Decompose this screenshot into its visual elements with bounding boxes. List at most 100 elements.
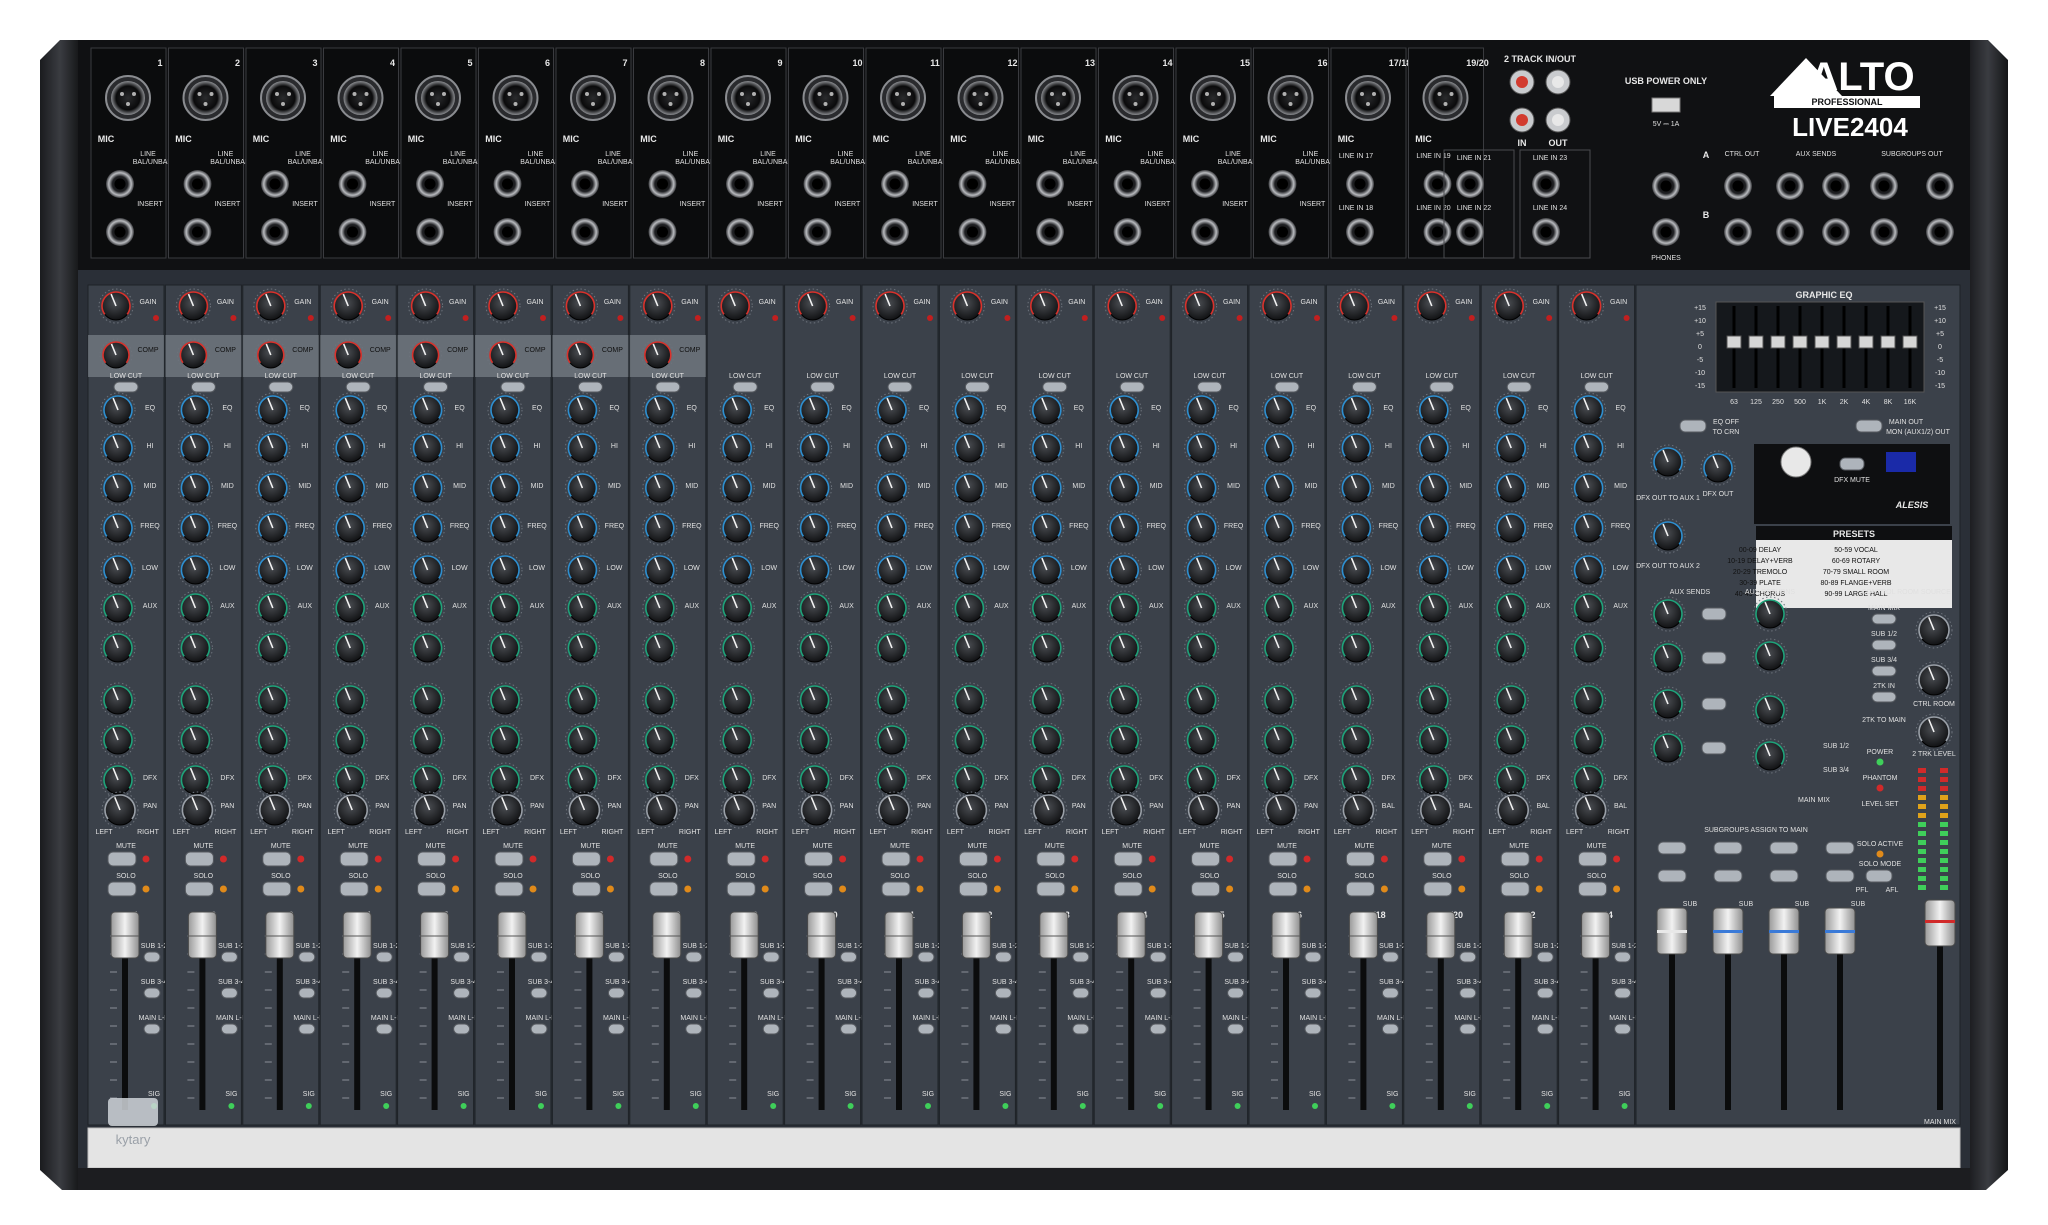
low-cut-button[interactable] — [423, 381, 449, 393]
mic-xlr-input-15[interactable] — [1190, 75, 1236, 121]
low-cut-button[interactable] — [577, 381, 603, 393]
sub12-assign-button[interactable] — [607, 951, 625, 963]
solo-button[interactable] — [726, 881, 756, 897]
mic-xlr-input-14[interactable] — [1112, 75, 1159, 121]
main-assign-button[interactable] — [1381, 1023, 1399, 1035]
mute-button[interactable] — [571, 851, 601, 867]
channel-fader-2[interactable] — [187, 911, 217, 959]
subgroup-out-jack-1[interactable] — [1870, 172, 1898, 200]
mic-xlr-input-3[interactable] — [260, 75, 306, 121]
geq-slider-250[interactable] — [1770, 335, 1786, 349]
phones-jack-a[interactable] — [1652, 172, 1680, 200]
line-jack[interactable] — [1532, 170, 1560, 198]
mute-button[interactable] — [1191, 851, 1221, 867]
sub12-assign-button[interactable] — [1072, 951, 1090, 963]
low-cut-button[interactable] — [1506, 381, 1532, 393]
mic-xlr-input-1[interactable] — [105, 75, 151, 121]
dfx-mute-button[interactable] — [1839, 457, 1865, 471]
line-jack-input-7[interactable] — [571, 170, 599, 198]
main-assign-button[interactable] — [1304, 1023, 1322, 1035]
line-jack-input-11[interactable] — [881, 170, 909, 198]
solo-button[interactable] — [262, 881, 292, 897]
main-assign-button[interactable] — [607, 1023, 625, 1035]
sub12-assign-button[interactable] — [762, 951, 780, 963]
insert-jack-15[interactable] — [1191, 218, 1219, 246]
cr-source-button-4[interactable] — [1871, 691, 1897, 703]
low-cut-button[interactable] — [113, 381, 139, 393]
channel-fader-10[interactable] — [807, 911, 837, 959]
sub34-assign-button[interactable] — [1149, 987, 1167, 999]
solo-button[interactable] — [649, 881, 679, 897]
mute-button[interactable] — [1345, 851, 1375, 867]
mute-button[interactable] — [649, 851, 679, 867]
mute-button[interactable] — [184, 851, 214, 867]
main-assign-button[interactable] — [994, 1023, 1012, 1035]
insert-jack-2[interactable] — [183, 218, 212, 246]
geq-slider-500[interactable] — [1792, 335, 1808, 349]
channel-fader-6[interactable] — [497, 911, 527, 959]
subgroup-right-button-4[interactable] — [1825, 869, 1855, 883]
solo-button[interactable] — [1578, 881, 1608, 897]
insert-jack-3[interactable] — [261, 218, 289, 246]
sub34-assign-button[interactable] — [1536, 987, 1554, 999]
line-jack-input-13[interactable] — [1036, 170, 1064, 198]
mute-button[interactable] — [1423, 851, 1453, 867]
channel-fader-12[interactable] — [961, 911, 991, 959]
solo-button[interactable] — [1423, 881, 1453, 897]
line-jack-input-6[interactable] — [493, 170, 522, 198]
sub12-assign-button[interactable] — [298, 951, 316, 963]
ctrl-out-jack-r[interactable] — [1724, 218, 1752, 246]
ctrl-out-jack-l[interactable] — [1724, 172, 1752, 200]
sub34-assign-button[interactable] — [1459, 987, 1477, 999]
line-jack[interactable] — [1456, 218, 1484, 246]
mic-xlr-input-16[interactable] — [1267, 75, 1314, 121]
mute-button[interactable] — [107, 851, 137, 867]
channel-fader-19[interactable] — [1503, 911, 1533, 959]
low-cut-button[interactable] — [500, 381, 526, 393]
solo-button[interactable] — [494, 881, 524, 897]
line-jack-input-14[interactable] — [1113, 170, 1142, 198]
low-cut-button[interactable] — [655, 381, 681, 393]
geq-slider-4K[interactable] — [1858, 335, 1874, 349]
sub34-assign-button[interactable] — [607, 987, 625, 999]
mic-xlr-input-12[interactable] — [957, 75, 1004, 121]
preset-select-knob[interactable] — [1780, 446, 1812, 478]
main-assign-button[interactable] — [840, 1023, 858, 1035]
main-assign-button[interactable] — [1072, 1023, 1090, 1035]
sub12-assign-button[interactable] — [1227, 951, 1245, 963]
solo-button[interactable] — [804, 881, 834, 897]
insert-jack-1[interactable] — [106, 218, 134, 246]
aux-send-jack-1[interactable] — [1776, 172, 1804, 200]
mic-xlr-input-2[interactable] — [182, 75, 229, 121]
insert-jack-16[interactable] — [1268, 218, 1297, 246]
insert-jack-17[interactable] — [1346, 218, 1374, 246]
channel-fader-3[interactable] — [265, 911, 295, 959]
sub12-assign-button[interactable] — [375, 951, 393, 963]
subgroup-right-button-1[interactable] — [1657, 869, 1687, 883]
sub34-assign-button[interactable] — [453, 987, 471, 999]
aux-send-solo-4[interactable] — [1701, 741, 1727, 755]
sub12-assign-button[interactable] — [1614, 951, 1632, 963]
main-assign-button[interactable] — [685, 1023, 703, 1035]
subgroup-out-jack-2[interactable] — [1926, 172, 1954, 200]
sub12-assign-button[interactable] — [530, 951, 548, 963]
subgroup-fader-2[interactable] — [1712, 907, 1744, 955]
insert-jack-6[interactable] — [493, 218, 522, 246]
mute-button[interactable] — [726, 851, 756, 867]
subgroup-out-jack-4[interactable] — [1926, 218, 1954, 246]
main-assign-button[interactable] — [917, 1023, 935, 1035]
solo-button[interactable] — [958, 881, 988, 897]
eq-off-button[interactable] — [1679, 419, 1707, 433]
solo-button[interactable] — [1268, 881, 1298, 897]
channel-fader-13[interactable] — [1039, 911, 1069, 959]
low-cut-button[interactable] — [1197, 381, 1223, 393]
aux-send-solo-2[interactable] — [1701, 651, 1727, 665]
subgroup-right-button-3[interactable] — [1769, 869, 1799, 883]
sub12-assign-button[interactable] — [1149, 951, 1167, 963]
insert-jack-8[interactable] — [648, 218, 677, 246]
low-cut-button[interactable] — [1119, 381, 1145, 393]
sub34-assign-button[interactable] — [143, 987, 161, 999]
subgroup-fader-3[interactable] — [1768, 907, 1800, 955]
sub34-assign-button[interactable] — [1381, 987, 1399, 999]
main-assign-button[interactable] — [1227, 1023, 1245, 1035]
